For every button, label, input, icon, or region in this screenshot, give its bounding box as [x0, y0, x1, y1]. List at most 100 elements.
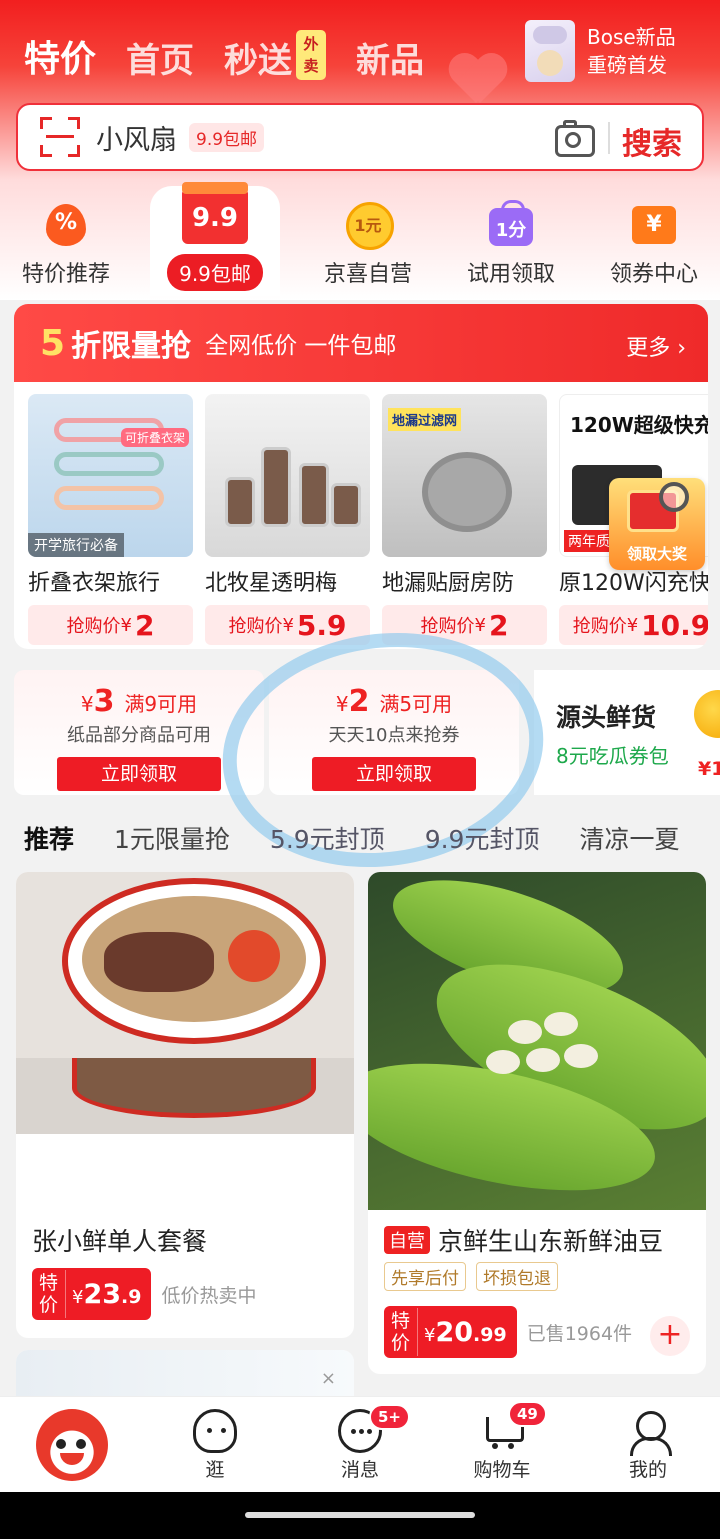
tab-home[interactable]: 首页 — [126, 33, 194, 82]
gift-box-icon: 9.9 — [182, 182, 248, 244]
special-price-tag: 特价 ¥20.99 — [384, 1306, 517, 1358]
product-name: 地漏贴厨房防 — [382, 571, 515, 596]
category-tejia[interactable]: % 特价推荐 — [0, 190, 136, 288]
category-jingxi[interactable]: 1元 京喜自营 — [298, 190, 438, 288]
product-image — [16, 872, 354, 1134]
product-image-label: 开学旅行必备 — [28, 533, 124, 557]
tab-profile[interactable]: 我的 — [593, 1397, 703, 1482]
message-badge: 5+ — [369, 1404, 411, 1430]
feed-tab[interactable]: 推荐 — [24, 820, 74, 856]
category-99[interactable]: 9.9 9.9包邮 — [150, 182, 280, 296]
bose-promo[interactable]: Bose新品 重磅首发 — [525, 20, 676, 82]
flash-big-number: 5 — [40, 322, 66, 364]
fresh-subtitle: 8元吃瓜券包 — [556, 744, 669, 768]
tab-new[interactable]: 新品 — [356, 33, 424, 82]
tab-label: 我的 — [628, 1459, 667, 1481]
product-price: 抢购价 ¥5.9 — [205, 605, 370, 645]
category-label: 领券中心 — [609, 262, 698, 287]
product-card[interactable]: 北牧星透明梅 抢购价 ¥5.9 — [205, 394, 370, 645]
category-label: 特价推荐 — [21, 262, 110, 287]
claim-coupon-button[interactable]: 立即领取 — [57, 757, 221, 791]
flash-subtitle: 全网低价 一件包邮 — [205, 333, 397, 359]
feed-tabs: 推荐 1元限量抢 5.9元封顶 9.9元封顶 清凉一夏 — [24, 820, 719, 856]
coupon-amount: ¥3 满9可用 — [80, 684, 198, 719]
more-link[interactable]: 更多 › — [626, 330, 686, 362]
waimai-badge: 外卖 — [296, 30, 327, 80]
heart-decoration — [448, 55, 506, 103]
product-price: 抢购价 ¥2 — [382, 605, 547, 645]
search-bar[interactable]: 小风扇 9.9包邮 搜索 — [16, 103, 704, 171]
price-row: 特价 ¥23.9 低价热卖中 — [32, 1268, 257, 1320]
search-keyword[interactable]: 小风扇 — [96, 118, 177, 157]
tab-messages[interactable]: 5+ 消息 — [305, 1397, 415, 1482]
tab-label: 逛 — [205, 1459, 225, 1481]
cart-badge: 49 — [508, 1401, 547, 1427]
product-image: 可折叠衣架 开学旅行必备 — [28, 394, 193, 557]
close-icon[interactable]: × — [321, 1368, 336, 1389]
flash-sale-section: 5 折限量抢 全网低价 一件包邮 更多 › 可折叠衣架 开学旅行必备 折叠衣架旅… — [14, 304, 708, 649]
product-card[interactable]: 地漏过滤网 地漏贴厨房防 抢购价 ¥2 — [382, 394, 547, 645]
profile-icon — [626, 1409, 672, 1456]
sold-count: 已售1964件 — [526, 1322, 633, 1345]
category-label: 9.9包邮 — [167, 254, 263, 291]
product-feed-card[interactable]: 张小鲜单人套餐 特价 ¥23.9 低价热卖中 — [16, 872, 354, 1338]
coupon-card: ¥3 满9可用 纸品部分商品可用 立即领取 — [14, 670, 264, 795]
jd-mascot-icon[interactable] — [36, 1409, 108, 1481]
claim-coupon-button[interactable]: 立即领取 — [312, 757, 476, 791]
product-image: 地漏过滤网 — [382, 394, 547, 557]
product-image — [205, 394, 370, 557]
home-indicator[interactable] — [245, 1512, 475, 1518]
coupon-desc: 纸品部分商品可用 — [67, 725, 211, 746]
feed-tab[interactable]: 清凉一夏 — [579, 820, 679, 856]
browse-icon — [193, 1409, 237, 1453]
tab-guang[interactable]: 逛 — [160, 1397, 270, 1482]
scan-icon[interactable] — [40, 117, 80, 157]
service-chip: 坏损包退 — [476, 1262, 558, 1291]
category-coupon[interactable]: ¥ 领券中心 — [584, 190, 720, 288]
product-image-tag: 两年质 — [564, 530, 614, 552]
top-nav: 特价 首页 秒送 外卖 新品 — [24, 30, 454, 82]
product-price: 抢购价 ¥10.9 — [559, 605, 708, 645]
prize-float-button[interactable]: 领取大奖 — [609, 478, 705, 570]
price-row: 特价 ¥20.99 已售1964件 — [384, 1306, 632, 1358]
category-trial[interactable]: 1分 试用领取 — [441, 190, 581, 288]
fresh-title: 源头鲜货 — [556, 703, 657, 732]
product-image-tag: 可折叠衣架 — [120, 428, 189, 447]
tab-label: 消息 — [340, 1459, 379, 1481]
flash-title: 折限量抢 — [71, 329, 192, 364]
prize-label: 领取大奖 — [626, 545, 687, 563]
percent-fire-icon: % — [42, 200, 90, 248]
bottom-tab-bar: 逛 5+ 消息 49 购物车 我的 — [0, 1396, 720, 1492]
tab-tejia[interactable]: 特价 — [24, 30, 96, 82]
feed-tab[interactable]: 1元限量抢 — [114, 820, 230, 856]
product-feed-card[interactable]: 自营 京鲜生山东新鲜油豆 先享后付 坏损包退 特价 ¥20.99 已售1964件 … — [368, 872, 706, 1374]
tab-miaosong[interactable]: 秒送 — [224, 33, 292, 82]
coupon-row: ¥3 满9可用 纸品部分商品可用 立即领取 ¥2 满5可用 天天10点来抢券 立即领… — [14, 670, 720, 795]
product-image — [368, 872, 706, 1215]
feed-tab[interactable]: 5.9元封顶 — [270, 820, 385, 856]
add-to-cart-button[interactable]: + — [650, 1316, 690, 1356]
search-button[interactable]: 搜索 — [622, 119, 682, 163]
fresh-goods-card[interactable]: 源头鲜货 8元吃瓜券包 ¥16. — [534, 670, 720, 795]
page: 特价 首页 秒送 外卖 新品 Bose新品 重磅首发 小风扇 9.9包邮 搜索 … — [0, 0, 720, 1539]
product-card[interactable]: 可折叠衣架 开学旅行必备 折叠衣架旅行 抢购价 ¥2 — [28, 394, 193, 645]
product-name: 北牧星透明梅 — [205, 571, 338, 596]
mango-image — [694, 690, 720, 738]
feed-tab[interactable]: 9.9元封顶 — [425, 820, 540, 856]
system-nav-bar — [0, 1492, 720, 1539]
tab-cart[interactable]: 49 购物车 — [447, 1397, 557, 1482]
price-hint: 低价热卖中 — [161, 1284, 257, 1307]
camera-icon[interactable] — [555, 119, 595, 157]
promo-text: Bose新品 重磅首发 — [587, 25, 676, 77]
category-label: 京喜自营 — [323, 262, 412, 287]
coupon-amount: ¥2 满5可用 — [335, 684, 453, 719]
product-name: 折叠衣架旅行 — [28, 571, 161, 596]
product-title: 自营 京鲜生山东新鲜油豆 — [384, 1222, 663, 1258]
coupon-desc: 天天10点来抢券 — [328, 725, 460, 746]
coupon-card: ¥2 满5可用 天天10点来抢券 立即领取 — [269, 670, 519, 795]
service-chips: 先享后付 坏损包退 — [384, 1262, 568, 1291]
service-chip: 先享后付 — [384, 1262, 466, 1291]
product-image-tag: 地漏过滤网 — [388, 408, 462, 431]
message-icon: 5+ — [338, 1404, 411, 1453]
coupon-icon: ¥ — [630, 200, 678, 248]
